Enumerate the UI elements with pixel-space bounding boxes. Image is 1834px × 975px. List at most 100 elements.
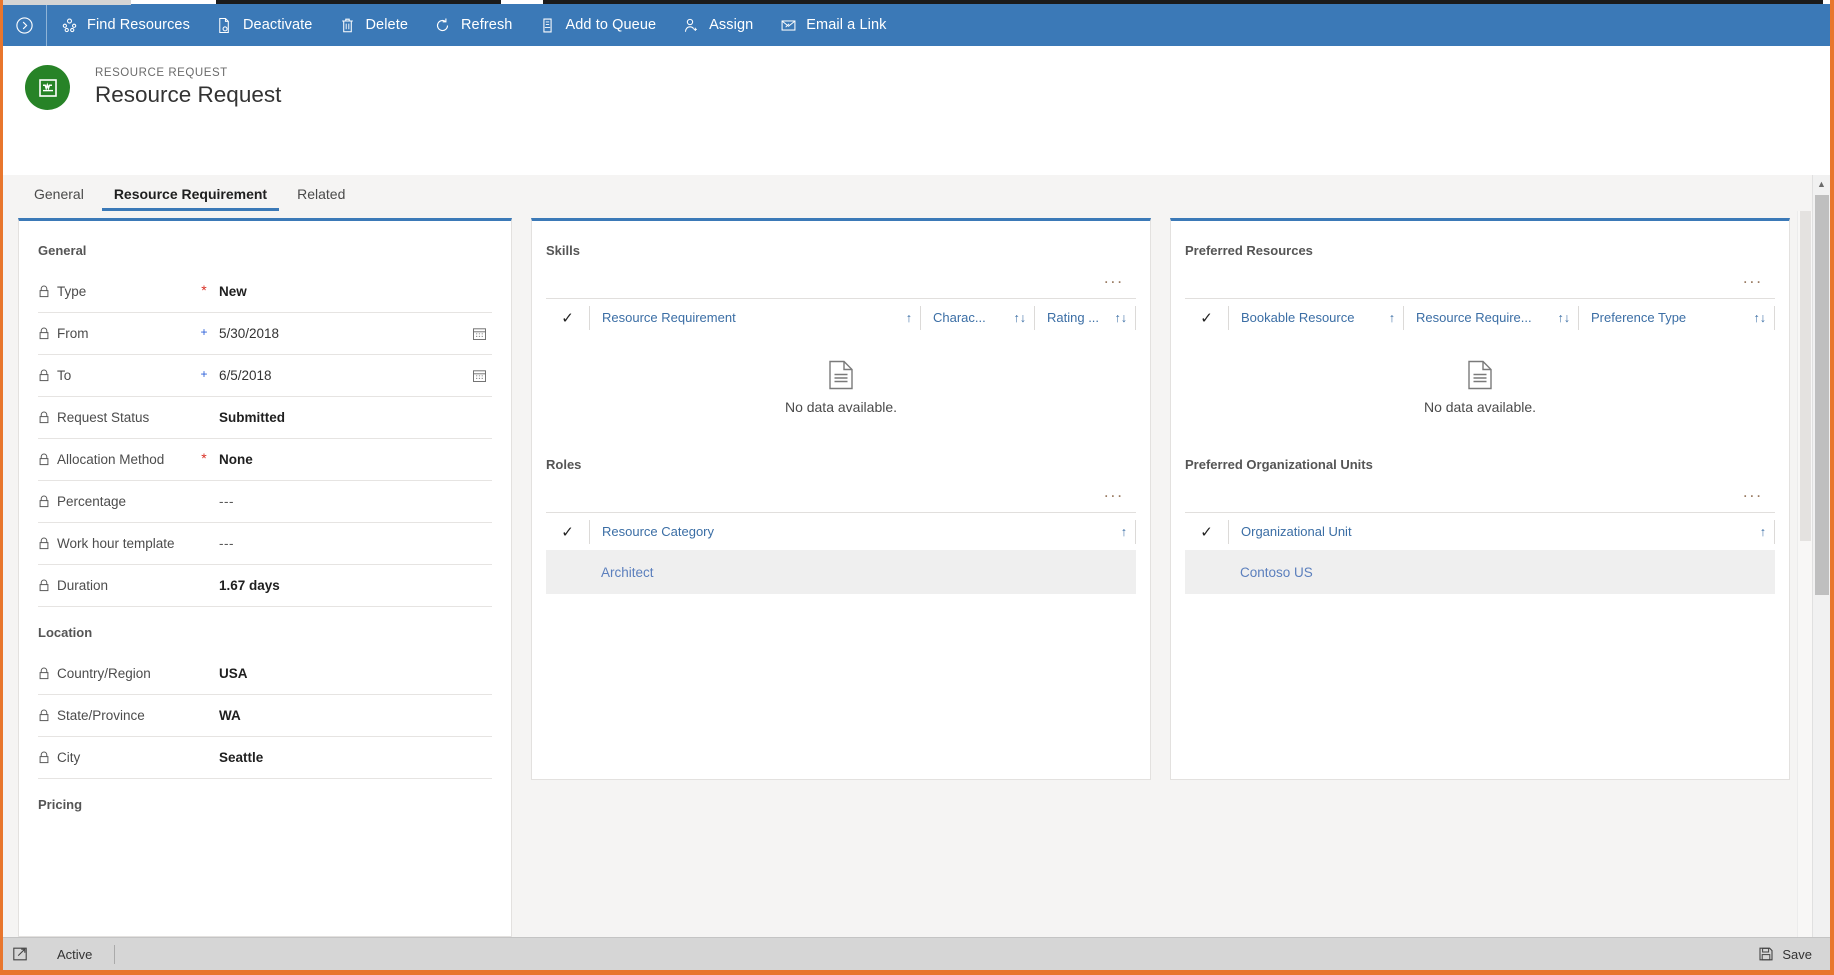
add-to-queue-label: Add to Queue bbox=[565, 17, 657, 33]
skills-more-commands-button[interactable]: ... bbox=[1102, 269, 1126, 286]
field-country-region-value: USA bbox=[219, 666, 248, 681]
lock-icon bbox=[38, 411, 50, 424]
skills-column-rating-label: Rating ... bbox=[1047, 310, 1100, 325]
resource-request-entity-icon bbox=[37, 77, 59, 99]
preferred-resources-column-preference-type-label: Preference Type bbox=[1591, 310, 1687, 325]
field-allocation-method[interactable]: Allocation Method * None bbox=[38, 439, 492, 481]
field-from-value: 5/30/2018 bbox=[219, 326, 280, 341]
application-window: Find Resources Deactivate Delete Refresh… bbox=[0, 0, 1834, 975]
field-work-hour-template-label: Work hour template bbox=[38, 536, 193, 551]
field-from[interactable]: From + 5/30/2018 bbox=[38, 313, 492, 355]
field-country-region-required-marker bbox=[193, 672, 215, 675]
field-state-province[interactable]: State/Province WA bbox=[38, 695, 492, 737]
field-to-calendar-button[interactable] bbox=[468, 368, 490, 383]
record-header: RESOURCE REQUEST Resource Request bbox=[3, 46, 1830, 151]
sort-toggle-icon: ↑↓ bbox=[1114, 310, 1128, 325]
skills-column-characteristic[interactable]: Charac... ↑↓ bbox=[920, 305, 1034, 330]
lock-icon bbox=[38, 579, 50, 592]
field-type-value: New bbox=[219, 284, 247, 299]
tab-general[interactable]: General bbox=[22, 186, 96, 211]
preferred-resources-empty-text: No data available. bbox=[1423, 399, 1537, 415]
roles-row-resource-category[interactable]: Architect bbox=[589, 565, 654, 580]
field-type[interactable]: Type * New bbox=[38, 271, 492, 313]
preferred-org-units-column-organizational-unit[interactable]: Organizational Unit ↑ bbox=[1228, 519, 1775, 544]
skills-grid-panel: Skills ... ✓ Resource Requirement ↑ Char… bbox=[532, 221, 1150, 435]
assign-button[interactable]: Assign bbox=[669, 4, 766, 46]
preferred-org-units-row-organizational-unit[interactable]: Contoso US bbox=[1228, 565, 1313, 580]
delete-button[interactable]: Delete bbox=[325, 4, 421, 46]
tab-resource-requirement[interactable]: Resource Requirement bbox=[101, 186, 280, 211]
lock-icon bbox=[38, 285, 50, 298]
sort-toggle-icon: ↑↓ bbox=[1753, 310, 1767, 325]
email-a-link-button[interactable]: Email a Link bbox=[766, 4, 899, 46]
table-row[interactable]: Contoso US bbox=[1185, 550, 1775, 594]
roles-select-all-checkbox[interactable]: ✓ bbox=[546, 523, 589, 541]
field-work-hour-template-label-text: Work hour template bbox=[57, 536, 175, 551]
find-resources-button[interactable]: Find Resources bbox=[47, 4, 203, 46]
preferred-resources-grid-panel: Preferred Resources ... ✓ Bookable Resou… bbox=[1171, 221, 1789, 435]
field-percentage[interactable]: Percentage --- bbox=[38, 481, 492, 523]
field-type-label: Type bbox=[38, 284, 193, 299]
table-row[interactable]: Architect bbox=[546, 550, 1136, 594]
skills-select-all-checkbox[interactable]: ✓ bbox=[546, 309, 589, 327]
find-resources-label: Find Resources bbox=[87, 17, 190, 33]
sort-toggle-icon: ↑↓ bbox=[1557, 310, 1571, 325]
form-inner-scrollbar[interactable] bbox=[1797, 211, 1812, 937]
preferred-org-units-more-commands-button[interactable]: ... bbox=[1741, 483, 1765, 500]
skills-grid-toolbar: ... bbox=[532, 258, 1150, 298]
roles-grid-panel: Roles ... ✓ Resource Category ↑ Architec… bbox=[532, 435, 1150, 594]
preferred-resources-select-all-checkbox[interactable]: ✓ bbox=[1185, 309, 1228, 327]
field-city[interactable]: City Seattle bbox=[38, 737, 492, 779]
preferred-org-units-column-organizational-unit-label: Organizational Unit bbox=[1241, 524, 1352, 539]
window-edge-fragment-mid bbox=[216, 0, 501, 4]
field-work-hour-template-value: --- bbox=[219, 536, 234, 551]
tab-related[interactable]: Related bbox=[285, 186, 357, 211]
field-from-calendar-button[interactable] bbox=[468, 326, 490, 341]
nav-expand-button[interactable] bbox=[3, 4, 47, 46]
preferred-org-units-select-all-checkbox[interactable]: ✓ bbox=[1185, 523, 1228, 541]
preferred-resources-more-commands-button[interactable]: ... bbox=[1741, 269, 1765, 286]
field-request-status-required-marker bbox=[193, 416, 215, 419]
form-body: General Type * New From + 5/30/2018 To +… bbox=[3, 211, 1812, 937]
preferred-resources-grid-header: ✓ Bookable Resource ↑ Resource Require..… bbox=[1185, 298, 1775, 336]
form-inner-scrollbar-thumb[interactable] bbox=[1800, 211, 1811, 541]
field-to[interactable]: To + 6/5/2018 bbox=[38, 355, 492, 397]
status-badge: Active bbox=[57, 944, 116, 964]
sort-ascending-icon: ↑ bbox=[1388, 310, 1395, 325]
preferred-resources-column-preference-type[interactable]: Preference Type ↑↓ bbox=[1578, 305, 1775, 330]
skills-column-rating[interactable]: Rating ... ↑↓ bbox=[1034, 305, 1136, 330]
field-request-status-label: Request Status bbox=[38, 410, 193, 425]
window-edge-fragment-left bbox=[3, 0, 131, 5]
page-scrollbar-thumb[interactable] bbox=[1815, 195, 1829, 595]
field-work-hour-template[interactable]: Work hour template --- bbox=[38, 523, 492, 565]
scroll-up-arrow-icon[interactable]: ▲ bbox=[1813, 175, 1830, 193]
add-to-queue-button[interactable]: Add to Queue bbox=[525, 4, 669, 46]
refresh-button[interactable]: Refresh bbox=[421, 4, 525, 46]
skills-column-resource-requirement[interactable]: Resource Requirement ↑ bbox=[589, 305, 920, 330]
field-request-status[interactable]: Request Status Submitted bbox=[38, 397, 492, 439]
deactivate-button[interactable]: Deactivate bbox=[203, 4, 326, 46]
popout-icon[interactable] bbox=[12, 946, 28, 962]
deactivate-icon bbox=[216, 16, 234, 34]
chevron-right-circle-icon bbox=[15, 16, 34, 35]
preferred-org-units-grid-toolbar: ... bbox=[1171, 472, 1789, 512]
field-to-required-marker: + bbox=[200, 367, 208, 381]
roles-grid-toolbar: ... bbox=[532, 472, 1150, 512]
roles-column-resource-category[interactable]: Resource Category ↑ bbox=[589, 519, 1136, 544]
skills-and-roles-card: Skills ... ✓ Resource Requirement ↑ Char… bbox=[531, 218, 1151, 780]
save-label: Save bbox=[1782, 946, 1812, 962]
preferred-resources-grid-title: Preferred Resources bbox=[1185, 243, 1313, 258]
lock-icon bbox=[38, 453, 50, 466]
preferred-resources-column-bookable-resource[interactable]: Bookable Resource ↑ bbox=[1228, 305, 1403, 330]
trash-icon bbox=[338, 16, 356, 34]
lock-icon bbox=[38, 327, 50, 340]
field-percentage-required-marker bbox=[193, 500, 215, 503]
preferred-org-units-grid-title: Preferred Organizational Units bbox=[1185, 457, 1373, 472]
field-country-region[interactable]: Country/Region USA bbox=[38, 653, 492, 695]
roles-more-commands-button[interactable]: ... bbox=[1102, 483, 1126, 500]
assign-label: Assign bbox=[709, 17, 754, 33]
page-scrollbar[interactable]: ▲ bbox=[1812, 175, 1830, 937]
field-duration[interactable]: Duration 1.67 days bbox=[38, 565, 492, 607]
preferred-resources-column-resource-requirement[interactable]: Resource Require... ↑↓ bbox=[1403, 305, 1578, 330]
save-button[interactable]: Save bbox=[1758, 946, 1830, 962]
